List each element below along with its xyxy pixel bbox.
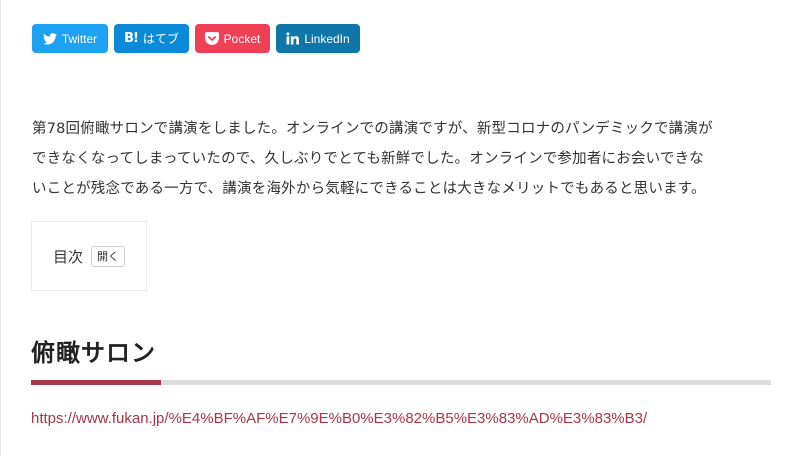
heading-underline <box>31 380 771 385</box>
hatena-share-label: はてブ <box>142 32 179 46</box>
intro-line: 第78回俯瞰サロンで講演をしました。オンラインでの講演ですが、新型コロナのパンデ… <box>32 121 713 137</box>
pocket-share-label: Pocket <box>223 31 261 46</box>
intro-line: いことが残念である一方で、講演を海外から気軽にできることは大きなメリットでもある… <box>32 181 706 197</box>
twitter-bird-icon <box>42 32 57 45</box>
intro-paragraph: 第78回俯瞰サロンで講演をしました。オンラインでの講演ですが、新型コロナのパンデ… <box>32 114 772 204</box>
pocket-icon <box>204 32 219 45</box>
toc-open-button[interactable]: 開く <box>91 245 125 267</box>
fukan-salon-link[interactable]: https://www.fukan.jp/%E4%BF%AF%E7%9E%B0%… <box>31 410 647 427</box>
table-of-contents: 目次 開く <box>31 221 147 291</box>
pocket-share-button[interactable]: Pocket <box>195 24 270 53</box>
toc-title: 目次 <box>52 247 83 266</box>
heading-underline-accent <box>31 380 161 385</box>
share-buttons: Twitter B! はてブ Pocket LinkedIn <box>32 24 360 53</box>
section-heading: 俯瞰サロン <box>31 339 156 367</box>
twitter-share-label: Twitter <box>61 31 98 46</box>
intro-line: できなくなってしまっていたので、久しぶりでとても新鮮でした。オンラインで参加者に… <box>32 151 704 167</box>
linkedin-share-label: LinkedIn <box>304 31 350 46</box>
hatena-share-button[interactable]: B! はてブ <box>114 24 189 53</box>
linkedin-icon <box>286 32 300 45</box>
linkedin-share-button[interactable]: LinkedIn <box>276 24 360 53</box>
content-left-border <box>0 0 1 456</box>
twitter-share-button[interactable]: Twitter <box>32 24 108 53</box>
hatena-bookmark-icon: B! <box>124 31 139 46</box>
